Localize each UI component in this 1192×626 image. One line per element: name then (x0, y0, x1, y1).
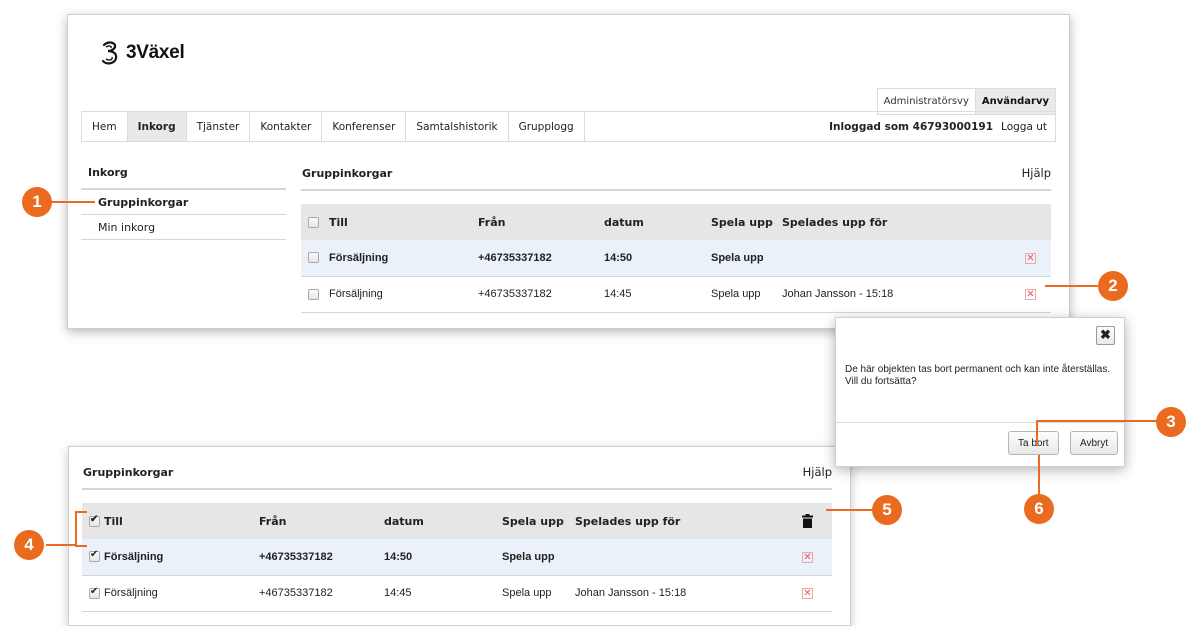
cell-spelades-upp-for (575, 539, 802, 576)
help-link[interactable]: Hjälp (803, 465, 832, 479)
content-area: Gruppinkorgar Hjälp Till Från datum Spel… (82, 457, 832, 612)
callout-4-line (46, 544, 76, 546)
three-logo-icon (101, 41, 118, 65)
callout-3-line (1036, 420, 1163, 422)
cell-fran: +46735337182 (259, 539, 384, 576)
cell-fran: +46735337182 (478, 240, 604, 277)
col-spelades-upp-for: Spelades upp för (575, 503, 802, 539)
confirm-delete-button[interactable]: Ta bort (1008, 431, 1059, 455)
cell-till: Försäljning (104, 575, 259, 612)
callout-1-line (50, 201, 95, 203)
cell-datum: 14:50 (384, 539, 502, 576)
cell-datum: 14:50 (604, 240, 711, 277)
cell-spelades-upp-for (782, 240, 1025, 277)
row-checkbox[interactable] (308, 252, 319, 264)
messages-table: Till Från datum Spela upp Spelades upp f… (82, 503, 832, 612)
callout-4-line-bottom (75, 545, 87, 547)
row-checkbox[interactable] (89, 586, 100, 599)
cell-spela-upp[interactable]: Spela upp (502, 539, 575, 576)
cell-till: Försäljning (104, 539, 259, 576)
nav-inkorg[interactable]: Inkorg (127, 112, 187, 141)
callout-6: 6 (1024, 494, 1054, 524)
brand-logo: 3Växel (100, 41, 185, 65)
col-till: Till (329, 204, 478, 240)
delete-icon[interactable]: ✕ (802, 588, 813, 599)
trash-icon[interactable] (802, 514, 813, 528)
bottom-window: Gruppinkorgar Hjälp Till Från datum Spel… (68, 446, 851, 626)
delete-icon[interactable]: ✕ (802, 551, 813, 563)
cancel-button[interactable]: Avbryt (1070, 431, 1119, 455)
callout-3-line-v (1036, 420, 1038, 446)
table-header-row: Till Från datum Spela upp Spelades upp f… (301, 204, 1051, 240)
cell-spela-upp[interactable]: Spela upp (711, 240, 782, 277)
nav-tjanster[interactable]: Tjänster (187, 112, 251, 141)
sidebar-item-gruppinkorgar[interactable]: Gruppinkorgar (81, 190, 286, 215)
content-header: Gruppinkorgar Hjälp (82, 457, 832, 490)
callout-2-line (1045, 285, 1105, 287)
confirm-dialog: ✖ De här objekten tas bort permanent och… (835, 317, 1125, 467)
content-title: Gruppinkorgar (302, 166, 393, 180)
col-spelades-upp-for: Spelades upp för (782, 204, 1025, 240)
col-fran: Från (478, 204, 604, 240)
col-fran: Från (259, 503, 384, 539)
content-title: Gruppinkorgar (83, 465, 174, 479)
callout-3: 3 (1156, 407, 1186, 437)
nav-grupplogg[interactable]: Grupplogg (509, 112, 585, 141)
dialog-divider (836, 422, 1124, 423)
cell-spela-upp[interactable]: Spela upp (711, 276, 782, 313)
main-window: 3Växel Administratörsvy Användarvy Hem I… (67, 14, 1070, 329)
table-row[interactable]: Försäljning +46735337182 14:45 Spela upp… (301, 276, 1051, 313)
nav-kontakter[interactable]: Kontakter (250, 112, 323, 141)
close-icon[interactable]: ✖ (1096, 326, 1115, 345)
col-till: Till (104, 503, 259, 539)
callout-4-line-v (75, 511, 77, 546)
callout-2: 2 (1098, 271, 1128, 301)
cell-fran: +46735337182 (259, 575, 384, 612)
sidebar-title: Inkorg (81, 158, 286, 190)
logged-in-label: Inloggad som 46793000191 (829, 120, 994, 133)
cell-spelades-upp-for: Johan Jansson - 15:18 (782, 276, 1025, 313)
select-all-checkbox[interactable] (308, 216, 319, 228)
table-row[interactable]: Försäljning +46735337182 14:50 Spela upp… (301, 240, 1051, 277)
brand-name: 3Växel (126, 42, 185, 63)
row-checkbox[interactable] (89, 549, 100, 563)
nav-samtalshistorik[interactable]: Samtalshistorik (406, 112, 509, 141)
nav-konferenser[interactable]: Konferenser (322, 112, 407, 141)
cell-till: Försäljning (329, 276, 478, 313)
dialog-message: De här objekten tas bort permanent och k… (845, 364, 1111, 387)
cell-spelades-upp-for: Johan Jansson - 15:18 (575, 575, 802, 612)
sidebar-item-min-inkorg[interactable]: Min inkorg (81, 215, 286, 240)
table-row[interactable]: Försäljning +46735337182 14:50 Spela upp… (82, 539, 832, 576)
table-header-row: Till Från datum Spela upp Spelades upp f… (82, 503, 832, 539)
callout-6-line (1038, 455, 1040, 497)
col-datum: datum (604, 204, 711, 240)
delete-icon[interactable]: ✕ (1025, 252, 1036, 264)
main-nav: Hem Inkorg Tjänster Kontakter Konferense… (81, 111, 1056, 142)
row-checkbox[interactable] (308, 288, 319, 300)
col-spela-upp: Spela upp (711, 204, 782, 240)
col-datum: datum (384, 503, 502, 539)
callout-5-line (826, 509, 878, 511)
delete-icon[interactable]: ✕ (1025, 289, 1036, 300)
callout-5: 5 (872, 495, 902, 525)
sidebar: Inkorg Gruppinkorgar Min inkorg (81, 158, 286, 240)
callout-4: 4 (14, 530, 44, 560)
table-row[interactable]: Försäljning +46735337182 14:45 Spela upp… (82, 575, 832, 612)
logout-link[interactable]: Logga ut (1001, 121, 1047, 133)
cell-spela-upp[interactable]: Spela upp (502, 575, 575, 612)
help-link[interactable]: Hjälp (1022, 166, 1051, 180)
nav-hem[interactable]: Hem (82, 112, 128, 141)
cell-datum: 14:45 (384, 575, 502, 612)
callout-1: 1 (22, 187, 52, 217)
col-spela-upp: Spela upp (502, 503, 575, 539)
content-area: Gruppinkorgar Hjälp Till Från datum Spel… (301, 158, 1051, 313)
cell-till: Försäljning (329, 240, 478, 277)
callout-4-line-top (75, 511, 87, 513)
select-all-checkbox[interactable] (89, 514, 100, 527)
cell-fran: +46735337182 (478, 276, 604, 313)
messages-table: Till Från datum Spela upp Spelades upp f… (301, 204, 1051, 313)
content-header: Gruppinkorgar Hjälp (301, 158, 1051, 191)
cell-datum: 14:45 (604, 276, 711, 313)
